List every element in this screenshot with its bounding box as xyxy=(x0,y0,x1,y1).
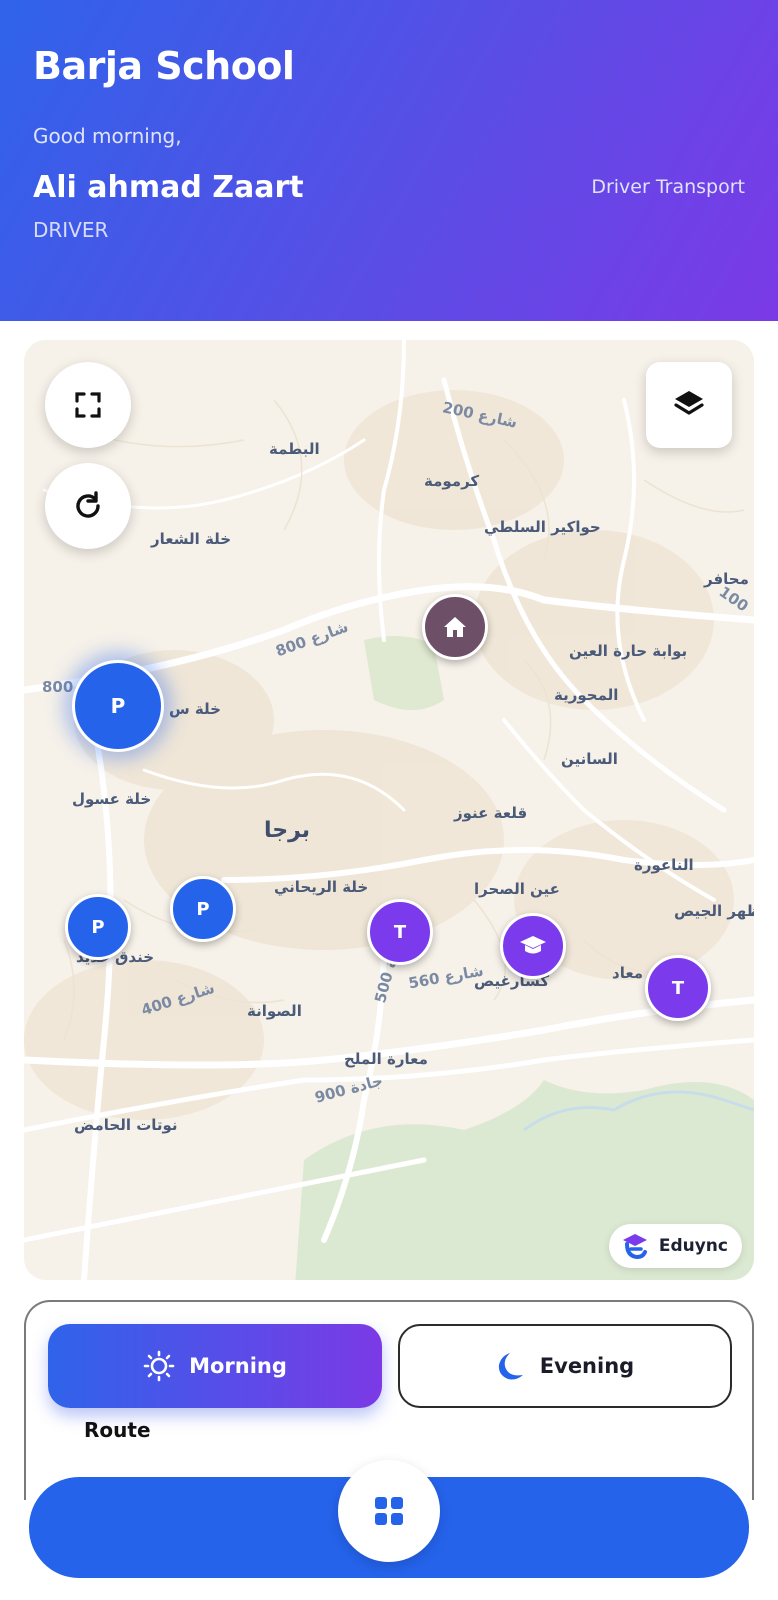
tab-morning[interactable]: Morning xyxy=(48,1324,382,1408)
map-label: برجا xyxy=(264,818,311,843)
map-label: خلة عسول xyxy=(72,790,152,808)
menu-button[interactable] xyxy=(338,1460,440,1562)
tab-evening[interactable]: Evening xyxy=(398,1324,732,1408)
map-label: حواكير السلطي xyxy=(484,518,601,536)
refresh-icon xyxy=(76,491,100,518)
app-screen: Barja School Good morning, Ali ahmad Zaa… xyxy=(0,0,778,1600)
map-label: بوابة حارة العين xyxy=(569,642,688,660)
refresh-button[interactable] xyxy=(45,463,131,549)
pickup-marker[interactable]: P xyxy=(72,660,164,752)
map-label: خلة الشعار xyxy=(151,530,232,548)
map-label: عين الصحرا xyxy=(474,880,560,898)
layers-icon xyxy=(674,391,704,415)
pickup-marker[interactable]: P xyxy=(170,876,236,942)
map-label: كرمومة xyxy=(424,472,480,490)
tab-evening-label: Evening xyxy=(539,1354,635,1378)
user-role: DRIVER xyxy=(33,218,109,242)
school-name: Barja School xyxy=(33,44,295,88)
map-label: المحورية xyxy=(554,686,619,704)
map-label: الصوانة xyxy=(247,1002,302,1020)
pickup-marker[interactable]: P xyxy=(65,894,131,960)
road-label: 800 xyxy=(42,678,74,696)
fullscreen-button[interactable] xyxy=(45,362,131,448)
tab-morning-label: Morning xyxy=(189,1354,287,1378)
school-marker[interactable] xyxy=(500,913,566,979)
map-label: نوتات الحامض xyxy=(74,1116,178,1134)
brand-badge: Eduync xyxy=(608,1224,742,1268)
route-label: Route xyxy=(84,1418,151,1442)
home-marker[interactable] xyxy=(422,594,488,660)
graduation-cap-icon xyxy=(520,936,546,954)
eduync-logo-icon xyxy=(622,1234,647,1260)
layers-button[interactable] xyxy=(646,362,732,448)
map-label: معاد xyxy=(612,964,644,982)
map-label: قلعة عنوز xyxy=(454,804,528,822)
grid-icon xyxy=(375,1497,403,1525)
sun-icon xyxy=(143,1350,175,1382)
map-label: معارة الملح xyxy=(344,1050,428,1068)
header-subtitle: Driver Transport xyxy=(591,176,745,198)
teacher-marker[interactable]: T xyxy=(645,955,711,1021)
header: Barja School Good morning, Ali ahmad Zaa… xyxy=(0,0,778,321)
map-label: البطمة xyxy=(269,440,320,458)
map-label: خلة س xyxy=(169,700,221,718)
home-icon xyxy=(444,617,466,637)
map-label: الناعورة xyxy=(634,856,694,874)
map-label: السانين xyxy=(561,750,618,768)
map-base xyxy=(24,340,754,1280)
fullscreen-icon xyxy=(75,392,101,418)
map-view[interactable]: البطمة كرمومة حواكير السلطي خلة الشعار ب… xyxy=(24,340,754,1280)
teacher-marker[interactable]: T xyxy=(367,899,433,965)
user-name: Ali ahmad Zaart xyxy=(33,170,304,205)
brand-name: Eduync xyxy=(658,1236,728,1256)
moon-icon xyxy=(498,1353,523,1380)
map-label: ظهر الجيص xyxy=(674,902,754,920)
map-label: خلة الريحاني xyxy=(274,878,369,896)
greeting-text: Good morning, xyxy=(33,124,182,148)
